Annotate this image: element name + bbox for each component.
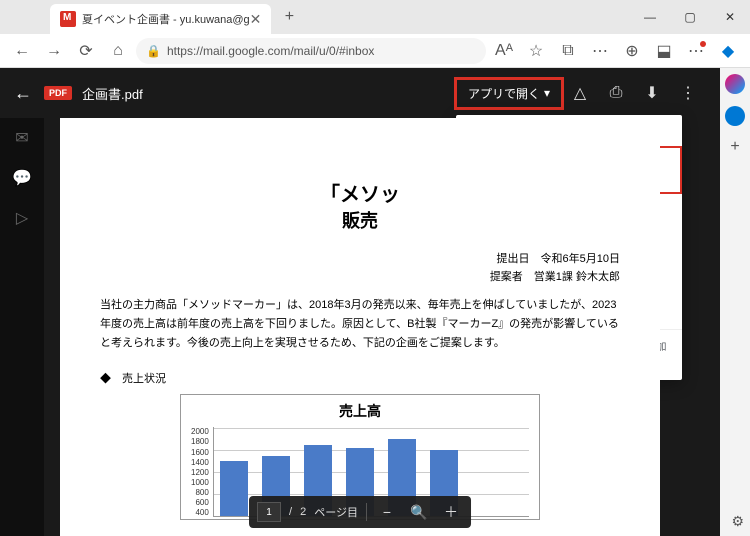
page-number-input[interactable] [257,502,281,522]
open-with-app-button[interactable]: アプリで開く ▾ [456,79,562,108]
address-bar: ← → ⟳ ⌂ 🔒 https://mail.google.com/mail/u… [0,34,750,68]
zoom-out-button[interactable]: − [375,500,399,524]
gmail-left-nav-dimmed: ✉💬▷ [0,118,44,536]
print-icon[interactable]: ⎙ [598,75,634,111]
minimize-button[interactable]: — [630,0,670,34]
tab-close-icon[interactable]: ✕ [250,11,262,28]
edge-sidebar: + [720,68,750,536]
gmail-favicon-icon [60,11,76,27]
download-icon[interactable]: ⬇ [634,75,670,111]
page-total: 2 [300,506,306,518]
doc-title-line2: 販売 [100,207,620,233]
sidebar-add-button[interactable]: + [730,138,739,156]
nav-back-button[interactable]: ← [8,37,36,65]
window-titlebar: 夏イベント企画書 - yu.kuwana@g ✕ + — ▢ ✕ [0,0,750,34]
url-text: https://mail.google.com/mail/u/0/#inbox [167,44,374,58]
maximize-button[interactable]: ▢ [670,0,710,34]
url-input[interactable]: 🔒 https://mail.google.com/mail/u/0/#inbo… [136,38,486,64]
nav-reload-button[interactable]: ⟳ [72,37,100,65]
browser-menu-icon[interactable]: ⋯ [682,37,710,65]
viewer-back-button[interactable]: ← [14,83,32,104]
pdf-viewer: ✉💬▷ 🔍 メールを検索 ← PDF 企画書.pdf アプリで開く ▾ 接続済み… [0,68,720,536]
zoom-fit-button[interactable]: 🔍 [407,500,431,524]
add-to-drive-icon[interactable]: △ [562,75,598,111]
reading-list-icon[interactable]: ⋯ [586,37,614,65]
new-tab-button[interactable]: + [277,5,301,29]
pdf-filename: 企画書.pdf [82,84,143,103]
doc-title-line1: 「メソッ [100,178,620,207]
close-window-button[interactable]: ✕ [710,0,750,34]
zoom-in-button[interactable]: ＋ [439,500,463,524]
favorite-star-icon[interactable]: ☆ [522,37,550,65]
nav-home-button[interactable]: ⌂ [104,37,132,65]
text-size-icon[interactable]: Aᴬ [490,37,518,65]
split-screen-icon[interactable]: ⊕ [618,37,646,65]
nav-forward-button[interactable]: → [40,37,68,65]
tab-title: 夏イベント企画書 - yu.kuwana@g [82,11,250,27]
doc-section-heading: ◆ 売上状況 [100,370,620,386]
lock-icon: 🔒 [146,44,161,58]
viewer-toolbar: ← PDF 企画書.pdf アプリで開く ▾ 接続済みアプリ A Adobe A… [0,68,720,118]
browser-tab[interactable]: 夏イベント企画書 - yu.kuwana@g ✕ [50,4,271,34]
chart-bar [220,461,248,516]
sidebar-outlook-icon[interactable] [725,106,745,126]
viewer-more-icon[interactable]: ⋮ [670,75,706,111]
apps-icon[interactable]: ⬓ [650,37,678,65]
caret-down-icon: ▾ [544,86,550,100]
sidebar-app-icon[interactable] [725,74,745,94]
pdf-page-controls: / 2 ページ目 − 🔍 ＋ [249,496,471,528]
settings-gear-icon[interactable]: ⚙ [731,513,744,530]
doc-meta: 提出日 令和6年5月10日 提案者 営業1課 鈴木太郎 [100,251,620,286]
pdf-badge-icon: PDF [44,86,72,100]
doc-body-text: 当社の主力商品「メソッドマーカー」は、2018年3月の発売以来、毎年売上を伸ばし… [100,296,620,352]
chart-title: 売上高 [191,401,529,421]
copilot-icon[interactable]: ◆ [714,37,742,65]
pdf-page: 「メソッ 販売 提出日 令和6年5月10日 提案者 営業1課 鈴木太郎 当社の主… [60,118,660,536]
collections-icon[interactable]: ⧉ [554,37,582,65]
chart-y-axis: 200018001600140012001000800600400 [191,427,213,517]
